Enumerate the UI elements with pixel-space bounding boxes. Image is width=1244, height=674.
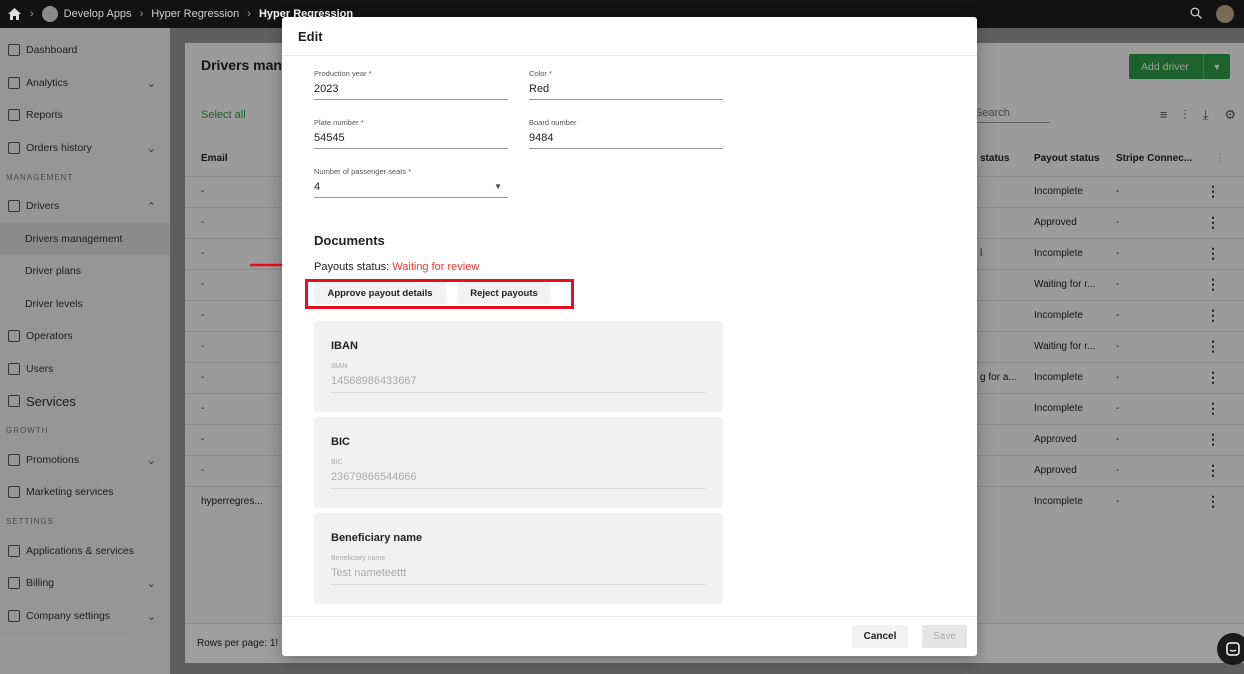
plate-number-field[interactable]: Plate number * 54545 (314, 118, 508, 149)
payout-status-label: Payouts status: (314, 261, 390, 273)
field-value: 9484 (529, 132, 554, 144)
documents-heading: Documents (314, 233, 385, 248)
bic-field[interactable]: 23679866544666 (331, 471, 706, 489)
cancel-button[interactable]: Cancel (852, 625, 908, 648)
breadcrumb-develop-apps[interactable]: Develop Apps (64, 8, 132, 20)
dialog-title: Edit (282, 17, 977, 56)
beneficiary-label: Beneficiary name (331, 555, 386, 562)
edit-dialog: Edit Production year * 2023 Color * Red … (282, 17, 977, 656)
approve-payout-details-button[interactable]: Approve payout details (314, 282, 446, 304)
production-year-field[interactable]: Production year * 2023 (314, 69, 508, 100)
breadcrumb-separator-icon: › (30, 8, 34, 20)
field-label: Color * (529, 69, 552, 78)
field-label: Board number (529, 118, 577, 127)
payout-status-value: Waiting for review (392, 261, 480, 273)
card-title: Beneficiary name (331, 532, 423, 544)
card-title: BIC (331, 436, 350, 448)
search-icon[interactable] (1190, 7, 1202, 22)
field-label: Production year * (314, 69, 372, 78)
chat-icon (1226, 642, 1240, 656)
field-label: Plate number * (314, 118, 364, 127)
board-number-field[interactable]: Board number 9484 (529, 118, 723, 149)
breadcrumb-separator-icon: › (139, 8, 144, 20)
home-icon[interactable] (8, 7, 22, 21)
field-label: Number of passenger seats * (314, 167, 412, 176)
card-title: IBAN (331, 340, 358, 352)
payout-status: Payouts status: Waiting for review (314, 261, 479, 273)
breadcrumb-hyper-regression[interactable]: Hyper Regression (151, 8, 239, 20)
iban-field[interactable]: 14568986433667 (331, 375, 706, 393)
chat-button[interactable] (1217, 633, 1244, 665)
breadcrumb-separator-icon: › (247, 8, 251, 20)
field-value: 2023 (314, 83, 339, 95)
field-value: 54545 (314, 132, 345, 144)
bic-card: BIC BIC 23679866544666 (314, 417, 723, 508)
user-avatar[interactable] (1216, 5, 1234, 23)
color-field[interactable]: Color * Red (529, 69, 723, 100)
app-avatar (41, 6, 58, 22)
bic-label: BIC (331, 459, 343, 466)
reject-payouts-button[interactable]: Reject payouts (458, 282, 550, 304)
beneficiary-field[interactable]: Test nameteettt (331, 567, 706, 585)
field-value: 4 (314, 181, 321, 193)
save-button[interactable]: Save (922, 625, 967, 648)
beneficiary-card: Beneficiary name Beneficiary name Test n… (314, 513, 723, 604)
dialog-footer: Cancel Save (282, 616, 977, 656)
dropdown-caret-icon: ▼ (494, 182, 502, 191)
iban-card: IBAN IBAN 14568986433667 (314, 321, 723, 412)
iban-label: IBAN (331, 363, 348, 370)
field-value: Red (529, 83, 550, 95)
passenger-seats-select[interactable]: Number of passenger seats * 4 ▼ (314, 167, 508, 198)
